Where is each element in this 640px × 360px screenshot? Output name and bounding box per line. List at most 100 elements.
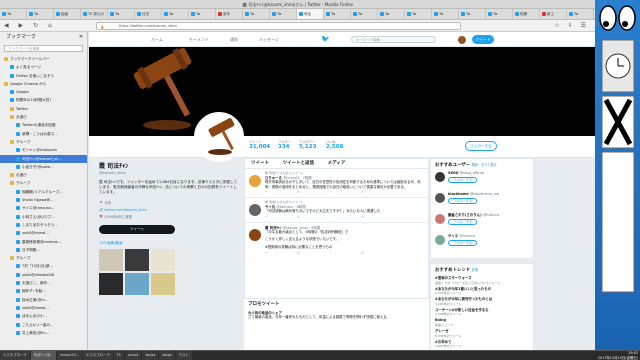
taskbar-item[interactable]: エクスプローラ — [0, 351, 30, 360]
trend-item[interactable]: #あなたが今年に絶対行ったものとは 3,102件のツイート — [435, 297, 529, 306]
browser-tab[interactable]: Tw — [459, 9, 486, 19]
follow-button[interactable]: フォローする — [448, 218, 478, 225]
bookmark-item[interactable]: 司法ﾁｬﾝ(@kasumi_sh... — [0, 154, 87, 163]
media-thumb[interactable] — [151, 272, 175, 295]
profile-link[interactable]: twitter.com/kasumi_shiro — [104, 208, 146, 212]
bookmark-item[interactable]: 小倉方子(@poke… — [0, 163, 87, 171]
media-thumb[interactable] — [125, 248, 149, 271]
browser-tab[interactable]: Tw — [567, 9, 594, 19]
bookmark-item[interactable]: 短歌年の10秒間大賞！ — [0, 96, 87, 104]
bookmark-item[interactable]: yoikil@shewl… — [0, 304, 87, 312]
bookmark-item[interactable]: Google — [0, 88, 87, 96]
media-thumb[interactable] — [99, 248, 123, 271]
bookmark-item[interactable]: お遊びこ。新作… — [0, 279, 87, 287]
bookmark-item[interactable]: yoikil@shewkoi08 — [0, 271, 87, 279]
twitter-bird-icon[interactable]: 🐦 — [321, 35, 330, 43]
browser-tab[interactable]: 司法 — [297, 9, 324, 19]
nav-buttons[interactable]: ◀ ▶ ↻ ⌂ — [4, 22, 56, 29]
tweet-item[interactable]: 霞 司法ﾁｬﾝ @kasumi_shiro · 9時間 「次なる最大論点として、… — [245, 223, 428, 258]
tab-tweets[interactable]: ツイート — [251, 161, 269, 166]
browser-tab[interactable]: Tw — [405, 9, 432, 19]
tweet-button[interactable]: ツイート — [472, 35, 494, 44]
taskbar-item[interactable]: xeyes — [142, 351, 159, 360]
taskbar-item[interactable]: エクスプローラ — [83, 351, 113, 360]
taskbar-item[interactable]: xlogo — [159, 351, 175, 360]
media-thumb[interactable] — [99, 272, 123, 295]
tweet-to-button[interactable]: ツイート — [99, 224, 175, 234]
avatar[interactable] — [458, 36, 466, 44]
browser-tab[interactable]: TK 夏以の — [81, 9, 108, 19]
promoted-tweet[interactable]: プロモツイート 大人気の商品のシェア さて最新の製品、今年一番売れたものとして、… — [244, 298, 429, 350]
suggested-user-name[interactable]: サイエ @nexusa — [448, 234, 529, 239]
browser-tab[interactable]: 宮本 — [216, 9, 243, 19]
bookmark-folder[interactable]: グループ — [0, 179, 87, 187]
avatar[interactable] — [435, 172, 445, 182]
browser-tab[interactable]: 結論 — [54, 9, 81, 19]
browser-tab[interactable]: 知識 — [513, 9, 540, 19]
follow-button[interactable]: フォローする — [448, 197, 478, 204]
taskbar-item[interactable]: xclock — [124, 351, 142, 360]
browser-tab[interactable]: 新工 — [540, 9, 567, 19]
taskbar-item[interactable]: 司法ﾁｬﾝ(@... — [30, 351, 57, 360]
bookmark-folder[interactable]: お遊び — [0, 113, 87, 121]
tweet-actions[interactable]: ↩ ⇄ ♡ ✉ — [265, 251, 424, 255]
suggested-user-name[interactable]: 藤倉さおり(さおりん) @fujikura — [448, 213, 529, 218]
bookmark-item[interactable]: 稲穂鋼(リアルグループ… — [0, 188, 87, 196]
browser-tab[interactable]: Tw — [189, 9, 216, 19]
search-input[interactable]: キーワード検索 — [351, 36, 436, 43]
media-header[interactable]: 133 画像/動画 — [99, 241, 239, 246]
bookmark-item[interactable]: 日子明朗… — [0, 246, 87, 254]
browser-tab[interactable]: Tw — [324, 9, 351, 19]
bookmark-folder[interactable]: Twitter — [0, 105, 87, 113]
bookmark-item[interactable]: T沢「13日(月)新… — [0, 262, 87, 270]
bookmark-item[interactable]: サイエ@(nexusa… — [0, 204, 87, 212]
bookmark-item[interactable]: 井上美佐(@lin… — [0, 329, 87, 337]
avatar[interactable] — [249, 228, 261, 241]
tab-replies[interactable]: ツイートと返信 — [283, 161, 315, 166]
bookmark-item[interactable]: 藤原徳音様@rcmikaz… — [0, 238, 87, 246]
profile-handle[interactable]: @kasumi_shiro — [99, 171, 239, 175]
browser-tab[interactable]: Tw — [432, 9, 459, 19]
browser-tab[interactable]: 日光 — [135, 9, 162, 19]
browser-tab[interactable]: Tw — [486, 9, 513, 19]
taskbar-item[interactable]: テスト — [175, 351, 192, 360]
bookmark-folder[interactable]: ブックマークツールバー — [0, 55, 87, 63]
tweet-item[interactable]: 霞 司法ﾁｬﾝさんがリツイート サイ丸 @saimaru · 8時間 「司法試験… — [245, 198, 428, 223]
trend-item[interactable]: グレーゼ 5,331件のツイート — [435, 329, 529, 338]
media-thumb[interactable] — [151, 248, 175, 271]
taskbar-item[interactable]: emacs23... — [57, 351, 83, 360]
browser-tab[interactable]: Tw — [0, 9, 27, 19]
bookmark-item[interactable]: ばゆんまの小… — [0, 312, 87, 320]
trend-item[interactable]: #あなたが今年1番いいと思ったもの 2,415件のツイート — [435, 287, 529, 296]
stat-tweets[interactable]: ツイート 31,004 — [249, 139, 270, 150]
suggested-user-name[interactable]: SKOG @skog_official — [448, 171, 529, 176]
bookmark-item[interactable]: よく見るページ — [0, 63, 87, 71]
bookmark-item[interactable]: Twitterの凍結を回避 — [0, 121, 87, 129]
profile-avatar[interactable] — [194, 112, 244, 162]
media-thumb[interactable] — [125, 272, 149, 295]
avatar[interactable] — [435, 193, 445, 203]
tweet-actions[interactable]: ↩ ⇄ ♡ ✉ — [265, 215, 424, 219]
bookmark-folder[interactable]: お遊び — [0, 171, 87, 179]
bookmark-item[interactable]: 小林さえ(@(/7/ブ… — [0, 213, 87, 221]
avatar[interactable] — [249, 204, 261, 217]
follow-button[interactable]: フォローする — [448, 239, 478, 246]
avatar[interactable] — [435, 235, 445, 245]
taskbar-item[interactable]: Tk — [113, 351, 124, 360]
bookmark-item[interactable]: yoikil@shewl… — [0, 229, 87, 237]
bookmark-folder[interactable]: Google Chrome から — [0, 80, 87, 88]
follow-button[interactable]: フォローする — [465, 141, 497, 151]
tab-media[interactable]: メディア — [328, 161, 346, 166]
browser-tab[interactable]: Tw — [378, 9, 405, 19]
bookmark-item[interactable]: 桜木正美(@m… — [0, 296, 87, 304]
stat-following[interactable]: フォロー 334 — [278, 139, 291, 150]
nav-messages[interactable]: メッセージ — [259, 37, 279, 43]
trend-item[interactable]: #お早めて 1,847件のツイート — [435, 340, 529, 349]
bookmark-item[interactable]: モトヤン@motoyam — [0, 146, 87, 154]
trend-item[interactable]: #宝塚のスターウォーズ 宝塚とスターウォーズのコラボについてツイート — [435, 276, 529, 285]
bookmark-folder[interactable]: グループ — [0, 254, 87, 262]
suggested-user-name[interactable]: blackhome @blackhome_org — [448, 192, 529, 197]
close-icon[interactable]: ✕ — [79, 32, 83, 43]
bookmark-search-input[interactable]: ブックマークを検索 — [4, 45, 83, 52]
nav-notifications[interactable]: 通知 — [230, 37, 238, 43]
